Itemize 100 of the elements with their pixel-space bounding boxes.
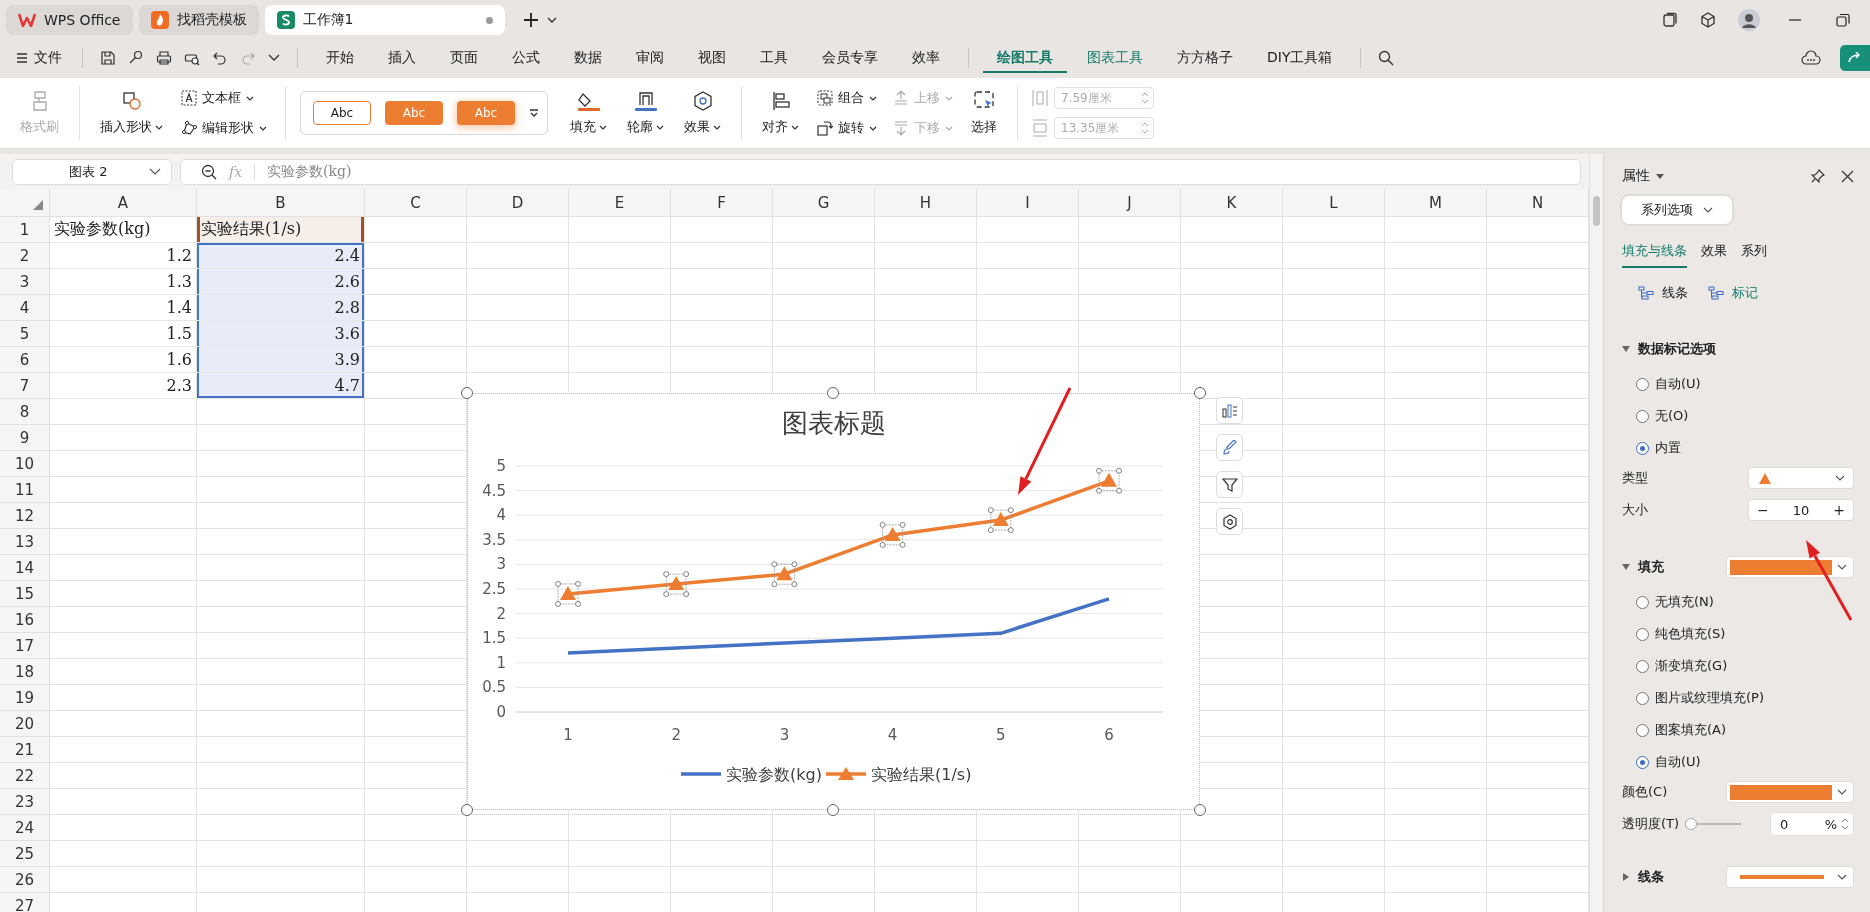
color-dropdown[interactable] — [1726, 781, 1854, 803]
resize-handle[interactable] — [461, 387, 473, 399]
menu-tab[interactable]: DIY工具箱 — [1253, 43, 1347, 73]
row-header[interactable]: 16 — [0, 607, 50, 633]
scrollbar[interactable] — [1589, 154, 1603, 912]
new-tab-icon[interactable] — [522, 12, 539, 28]
group-button[interactable]: 组合 — [813, 87, 881, 109]
column-header[interactable]: H — [875, 189, 977, 217]
option-label[interactable]: 图片或纹理填充(P) — [1655, 689, 1764, 707]
menu-tab[interactable]: 会员专享 — [808, 43, 892, 73]
select-all-icon[interactable] — [33, 200, 43, 210]
radio-button[interactable] — [1636, 627, 1649, 641]
effect-button[interactable]: 效果 — [678, 86, 727, 140]
row-header[interactable]: 8 — [0, 399, 50, 425]
row-header[interactable]: 2 — [0, 243, 50, 269]
row-header[interactable]: 9 — [0, 425, 50, 451]
column-header[interactable]: M — [1385, 189, 1487, 217]
menu-tab[interactable]: 方方格子 — [1163, 43, 1247, 73]
row-header[interactable]: 14 — [0, 555, 50, 581]
edit-shape-button[interactable]: 编辑形状 — [177, 117, 271, 139]
option-label[interactable]: 图案填充(A) — [1655, 721, 1727, 739]
menu-tab[interactable]: 图表工具 — [1073, 43, 1157, 73]
menu-tab[interactable]: 开始 — [312, 43, 368, 73]
row-header[interactable]: 5 — [0, 321, 50, 347]
column-header[interactable]: C — [365, 189, 467, 217]
row-header[interactable]: 18 — [0, 659, 50, 685]
column-header[interactable]: N — [1487, 189, 1589, 217]
avatar-icon[interactable] — [1738, 9, 1760, 31]
column-header[interactable]: F — [671, 189, 773, 217]
radio-button[interactable] — [1636, 595, 1649, 609]
series-options-dropdown[interactable]: 系列选项 — [1622, 196, 1732, 224]
option-label[interactable]: 渐变填充(G) — [1655, 657, 1728, 675]
column-header[interactable]: A — [50, 189, 197, 217]
resize-handle[interactable] — [827, 387, 839, 399]
slider-thumb[interactable] — [1685, 818, 1698, 830]
menu-tab[interactable]: 插入 — [374, 43, 430, 73]
column-header[interactable]: D — [467, 189, 569, 217]
option-label[interactable]: 纯色填充(S) — [1655, 625, 1726, 643]
align-button[interactable]: 对齐 — [756, 86, 805, 140]
undo-icon[interactable] — [212, 50, 228, 66]
panel-title[interactable]: 属性 — [1622, 167, 1795, 185]
section-header[interactable]: 数据标记选项 — [1622, 340, 1716, 358]
row-header[interactable]: 22 — [0, 763, 50, 789]
column-header[interactable]: L — [1283, 189, 1385, 217]
row-header[interactable]: 15 — [0, 581, 50, 607]
column-header[interactable]: B — [197, 189, 365, 217]
chevron-down-icon[interactable] — [268, 54, 280, 62]
document-tab[interactable]: 工作簿1 — [264, 5, 505, 35]
row-header[interactable]: 20 — [0, 711, 50, 737]
column-header[interactable]: I — [977, 189, 1079, 217]
chart-settings-button[interactable] — [1216, 508, 1243, 535]
caret-icon[interactable] — [546, 17, 557, 23]
panel-subtab[interactable]: 线条 — [1636, 282, 1690, 304]
rotate-button[interactable]: 旋转 — [813, 117, 881, 139]
radio-button[interactable] — [1636, 409, 1649, 423]
outline-button[interactable]: 轮廓 — [621, 86, 670, 140]
radio-button[interactable] — [1636, 441, 1649, 455]
line-style-dropdown[interactable] — [1726, 866, 1854, 888]
row-header[interactable]: 4 — [0, 295, 50, 321]
row-header[interactable]: 19 — [0, 685, 50, 711]
option-label[interactable]: 无填充(N) — [1655, 593, 1714, 611]
text-box-button[interactable]: 文本框 — [177, 87, 271, 109]
restore-icon[interactable] — [1836, 13, 1850, 27]
formula-field[interactable]: fx 实验参数(kg) — [180, 158, 1581, 185]
size-field[interactable]: 10 — [1792, 502, 1810, 518]
option-label[interactable]: 无(O) — [1655, 407, 1689, 425]
panel-tab[interactable]: 系列 — [1741, 242, 1767, 268]
cloud-icon[interactable] — [1801, 50, 1821, 66]
column-header[interactable]: J — [1079, 189, 1181, 217]
menu-tab[interactable]: 绘图工具 — [983, 43, 1067, 73]
row-header[interactable]: 23 — [0, 789, 50, 815]
document-tab[interactable]: 找稻壳模板 — [138, 5, 259, 35]
print-icon[interactable] — [156, 50, 172, 66]
panel-tab[interactable]: 效果 — [1701, 242, 1727, 268]
name-box[interactable]: 图表 2 — [12, 158, 172, 185]
share-button[interactable] — [1840, 45, 1870, 71]
menu-tab[interactable]: 数据 — [560, 43, 616, 73]
radio-button[interactable] — [1636, 659, 1649, 673]
marker-type-dropdown[interactable] — [1748, 467, 1854, 489]
resize-handle[interactable] — [461, 804, 473, 816]
radio-button[interactable] — [1636, 755, 1649, 769]
scrollbar-thumb[interactable] — [1593, 196, 1600, 226]
row-header[interactable]: 6 — [0, 347, 50, 373]
column-header[interactable]: E — [569, 189, 671, 217]
menu-tab[interactable]: 公式 — [498, 43, 554, 73]
expand-gallery-icon[interactable] — [529, 108, 539, 118]
document-tab[interactable]: WPS Office — [6, 5, 133, 35]
increase-button[interactable]: + — [1829, 502, 1849, 518]
decrease-button[interactable]: − — [1753, 502, 1773, 518]
menu-tab[interactable]: 视图 — [684, 43, 740, 73]
option-label[interactable]: 自动(U) — [1655, 375, 1701, 393]
insert-shape-button[interactable]: 插入形状 — [94, 86, 169, 140]
zoom-icon[interactable] — [201, 163, 217, 180]
select-button[interactable]: 选择 — [965, 86, 1003, 140]
chart-area[interactable]: 图表标题 0 0.5 1 1.5 2 2.5 3 3.5 4 4.5 5 1 2 3 4 5 6 实验参数(kg) 实验结果(1/s) — [467, 393, 1200, 810]
fill-button[interactable]: 填充 — [564, 86, 613, 140]
chart-style-button[interactable] — [1216, 434, 1243, 461]
file-menu[interactable]: 文件 — [10, 45, 68, 71]
row-header[interactable]: 12 — [0, 503, 50, 529]
row-header[interactable]: 26 — [0, 867, 50, 893]
